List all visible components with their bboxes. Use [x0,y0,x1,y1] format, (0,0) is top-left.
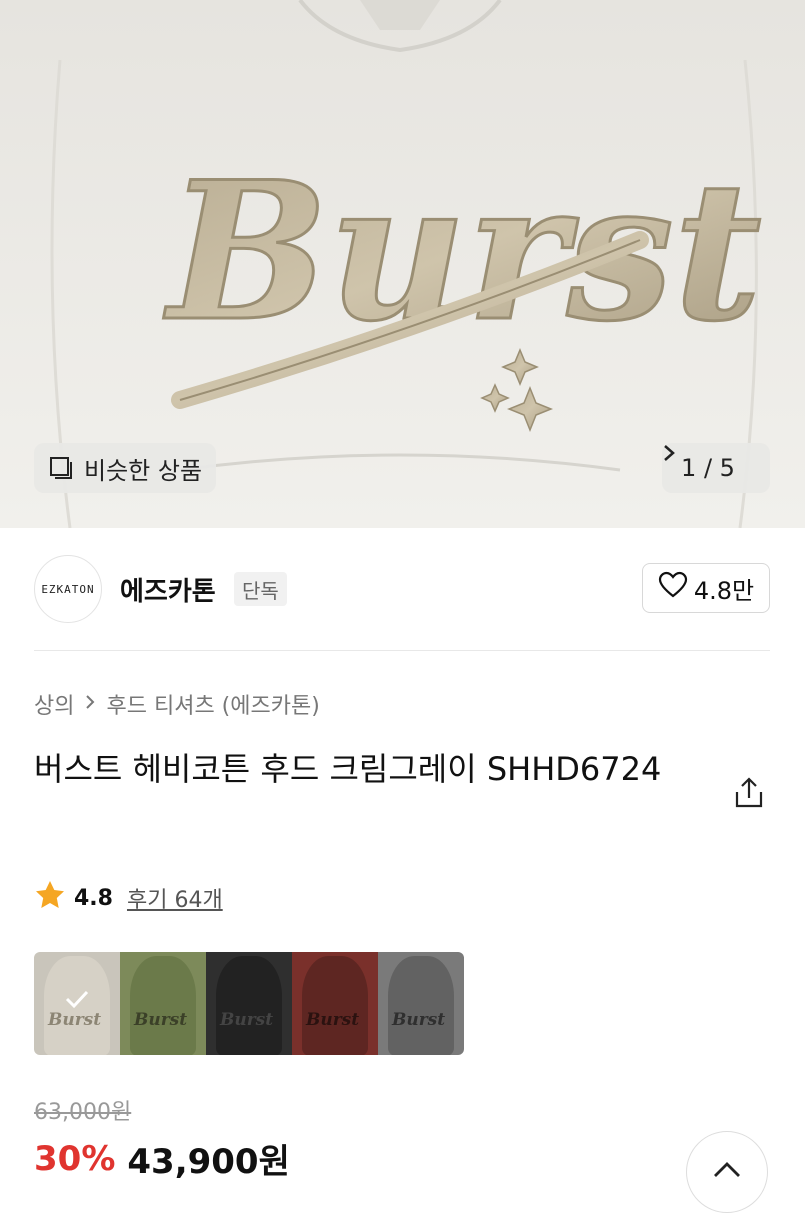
discount-rate: 30% [34,1138,116,1179]
star-icon [34,879,66,917]
breadcrumb-item-top[interactable]: 상의 [34,688,74,720]
sale-price-row: 30% 43,900원 [34,1134,290,1183]
scroll-top-button[interactable] [686,1131,768,1213]
chevron-right-icon [84,692,96,717]
like-count: 4.8만 [693,576,755,605]
check-icon [64,986,90,1016]
brand-logo[interactable]: EZKATON [34,555,102,623]
product-title: 버스트 헤비코튼 후드 크림그레이 SHHD6724 [34,750,662,788]
heart-icon [658,571,688,605]
divider [34,650,770,651]
swatch-option[interactable]: Burst [378,952,464,1055]
similar-products-icon [48,455,74,481]
swatch-option[interactable]: Burst [292,952,378,1055]
share-icon[interactable] [733,776,765,810]
image-pager[interactable]: 1 / 5 [662,443,770,493]
reviews-link[interactable]: 후기 64개 [127,882,223,914]
swatch-option[interactable]: Burst [34,952,120,1055]
brand-row: EZKATON 에즈카톤 단독 4.8만 [34,555,770,623]
svg-text:Burst: Burst [163,140,762,363]
similar-products-label: 비슷한 상품 [84,456,203,485]
product-image-carousel[interactable]: Burst 비슷한 상품 1 / 5 [0,0,805,528]
similar-products-button[interactable]: 비슷한 상품 [34,443,217,493]
color-swatches: Burst Burst Burst Burst Burst [34,952,464,1055]
like-button[interactable]: 4.8만 [642,563,770,613]
swatch-option[interactable]: Burst [120,952,206,1055]
breadcrumb-item-category[interactable]: 후드 티셔츠 (에즈카톤) [106,688,319,720]
rating-row: 4.8 후기 64개 [34,880,223,916]
breadcrumb: 상의 후드 티셔츠 (에즈카톤) [34,688,320,720]
pager-text: 1 / 5 [681,454,735,482]
rating-score: 4.8 [74,885,113,911]
exclusive-badge: 단독 [234,572,287,606]
swatch-option[interactable]: Burst [206,952,292,1055]
sale-price: 43,900원 [127,1142,290,1182]
original-price: 63,000원 [34,1100,132,1125]
chevron-up-icon [712,1161,742,1183]
brand-name[interactable]: 에즈카톤 [120,571,216,608]
